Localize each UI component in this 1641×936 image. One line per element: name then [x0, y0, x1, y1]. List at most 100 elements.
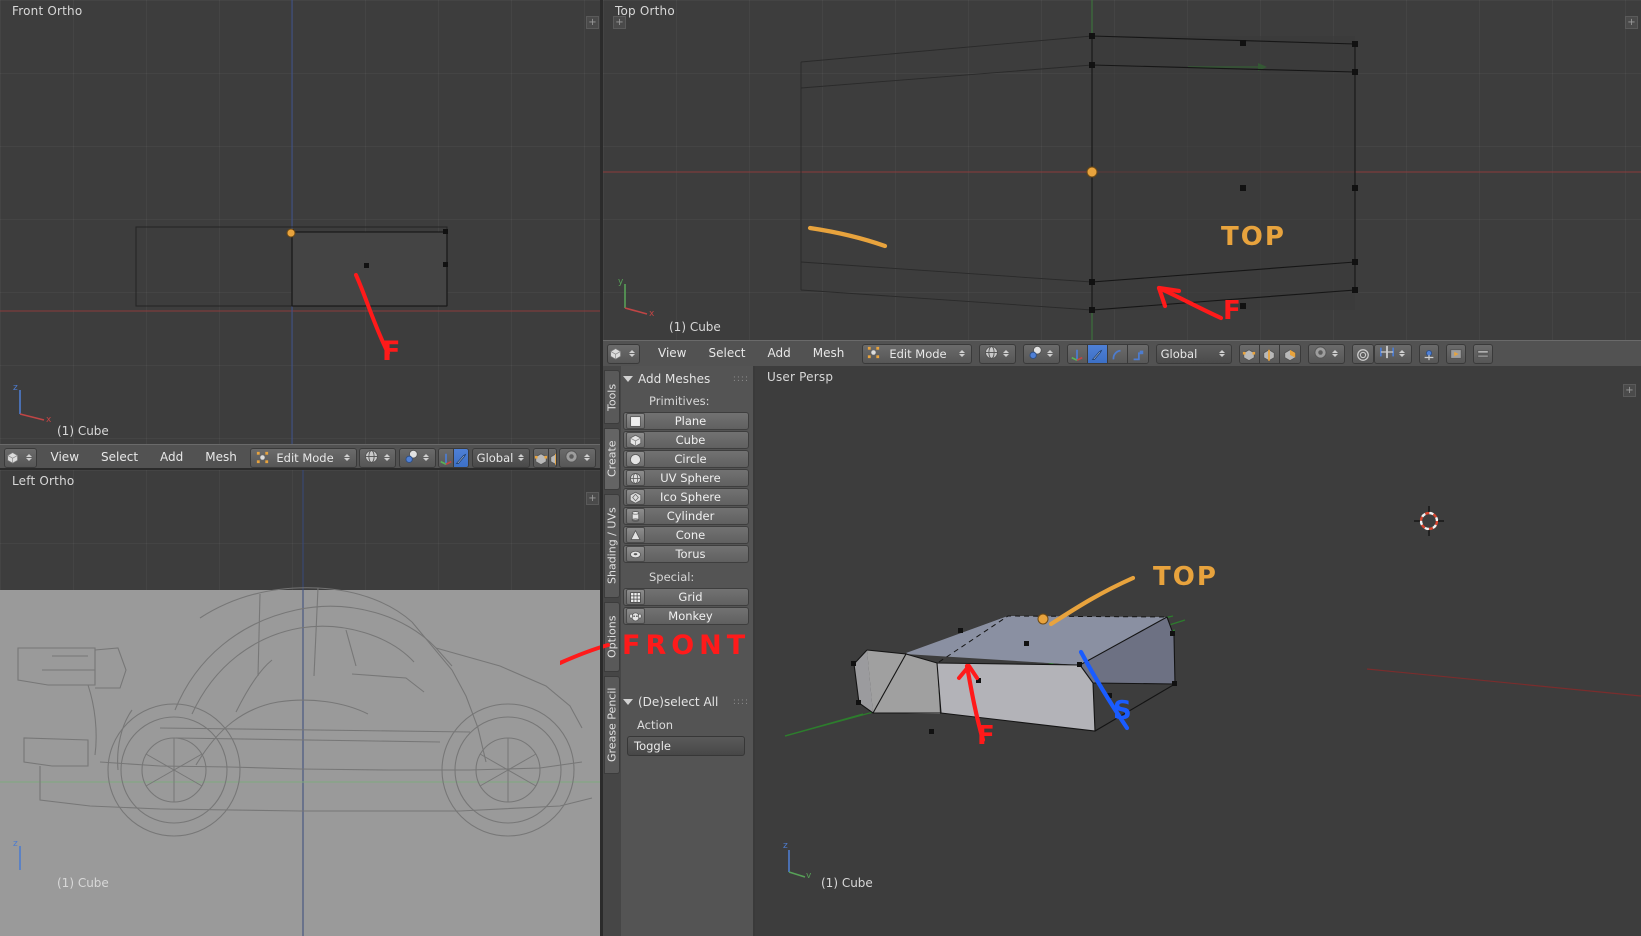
menu-mesh[interactable]: Mesh [194, 448, 248, 467]
viewport-corner-widget-top[interactable]: + [613, 16, 626, 29]
mesh-item-grid-label: Grid [678, 590, 703, 604]
manipulator-rotate-icon[interactable] [454, 448, 469, 467]
mesh-item-plane-label: Plane [674, 414, 707, 428]
viewport-corner-widget-front[interactable]: + [586, 16, 599, 29]
blender-window: F Front Ortho + z x (1) Cube View Select… [0, 0, 1641, 936]
panel-add-meshes-header[interactable]: Add Meshes :::: [623, 370, 749, 387]
vertex-select-icon-2[interactable] [1239, 344, 1260, 363]
transform-orientation-button-2[interactable]: Global [1155, 343, 1232, 364]
edit-mode-icon-2 [866, 345, 881, 363]
mesh-item-plane[interactable]: Plane [623, 412, 749, 430]
snap-target-icon[interactable] [1418, 343, 1439, 364]
manipulator-extra-icon-2[interactable] [1127, 344, 1148, 363]
tool-tab-grease-pencil-label: Grease Pencil [605, 687, 619, 763]
panel-deselect-all-header[interactable]: (De)select All :::: [623, 693, 749, 710]
mesh-item-ico-sphere[interactable]: Ico Sphere [623, 488, 749, 506]
transform-pivot-button[interactable] [398, 447, 436, 468]
splitter-vertical-main[interactable] [600, 0, 603, 936]
viewport-user-persp[interactable]: TOP F S User Persp + z y (1) Cube [755, 366, 1641, 936]
edge-select-icon[interactable] [548, 448, 556, 467]
monkey-icon [626, 608, 645, 624]
proportional-falloff-icon [1379, 345, 1395, 362]
shading-mode-button-2[interactable] [1307, 343, 1345, 364]
mesh-select-mode-group[interactable] [532, 447, 557, 468]
panel-add-meshes-title: Add Meshes [638, 371, 711, 386]
svg-text:y: y [618, 277, 624, 287]
viewport-front-ortho[interactable]: F Front Ortho + z x (1) Cube [0, 0, 600, 444]
viewport-object-top: (1) Cube [669, 320, 721, 334]
layers-icon[interactable] [1472, 343, 1493, 364]
tool-tab-tools-label: Tools [605, 383, 619, 411]
manipulator-translate-icon-2[interactable] [1067, 344, 1088, 363]
face-select-icon-2[interactable] [1279, 344, 1300, 363]
uv-sphere-icon [626, 470, 645, 486]
plane-icon [626, 413, 645, 429]
section-label-special: Special: [649, 570, 695, 584]
shading-mode-icon [564, 449, 579, 467]
transform-pivot-button-2[interactable] [1022, 343, 1060, 364]
menu-select-2[interactable]: Select [697, 344, 756, 363]
tool-tab-create[interactable]: Create [604, 428, 620, 490]
tool-tab-options[interactable]: Options [604, 602, 620, 672]
menu-add[interactable]: Add [149, 448, 194, 467]
mode-selector[interactable]: Edit Mode [250, 447, 357, 468]
panel-drag-dots[interactable]: :::: [733, 374, 749, 384]
tool-tab-tools[interactable]: Tools [604, 370, 620, 424]
viewport-object-front: (1) Cube [57, 424, 109, 438]
mesh-item-cylinder[interactable]: Cylinder [623, 507, 749, 525]
mesh-item-cube-label: Cube [675, 433, 706, 447]
chevron-down-icon [623, 375, 633, 382]
editor-type-button[interactable] [4, 447, 37, 468]
circle-icon [626, 451, 645, 467]
shading-mode-button[interactable] [559, 447, 597, 468]
mesh-item-cone[interactable]: Cone [623, 526, 749, 544]
transform-orientation-button[interactable]: Global [471, 447, 531, 468]
mesh-item-torus[interactable]: Torus [623, 545, 749, 563]
manipulator-translate-icon[interactable] [439, 448, 455, 467]
tool-tab-create-label: Create [605, 440, 619, 478]
mesh-item-uv-sphere[interactable]: UV Sphere [623, 469, 749, 487]
viewport-corner-widget-persp[interactable]: + [1623, 384, 1636, 397]
manipulator-group[interactable] [438, 447, 470, 468]
viewport-top-ortho[interactable]: TOP F Top Ortho + + y x (1) Cube [603, 0, 1641, 340]
mesh-item-grid[interactable]: Grid [623, 588, 749, 606]
render-icon[interactable] [1445, 343, 1466, 364]
manipulator-group-2[interactable] [1066, 343, 1149, 364]
mesh-item-monkey[interactable]: Monkey [623, 607, 749, 625]
mode-selector-2[interactable]: Edit Mode [862, 343, 972, 364]
action-dropdown[interactable]: Toggle [627, 736, 745, 756]
pivot-point-button[interactable] [359, 447, 397, 468]
3d-cursor-icon [1414, 506, 1444, 536]
menu-mesh-2[interactable]: Mesh [802, 344, 856, 363]
viewport-corner-widget-left[interactable]: + [586, 492, 599, 505]
panel-add-meshes: Add Meshes :::: Primitives: Plane Cube C… [623, 370, 749, 626]
viewport-corner-widget-top-2[interactable]: + [1625, 16, 1638, 29]
viewport-left-ortho[interactable]: BACK SIDE Left Ortho + z (1) Cube [0, 470, 600, 936]
manipulator-scale-icon-2[interactable] [1107, 344, 1128, 363]
proportional-falloff-button[interactable] [1373, 343, 1412, 364]
menu-view-2[interactable]: View [647, 344, 697, 363]
splitter-vertical-right-panel[interactable] [753, 366, 755, 936]
editor-type-button-2[interactable] [607, 343, 640, 364]
proportional-edit-group[interactable] [1351, 343, 1374, 364]
action-label: Action [637, 718, 674, 732]
manipulator-rotate-icon-2[interactable] [1087, 344, 1108, 363]
menu-select[interactable]: Select [90, 448, 149, 467]
mesh-item-cylinder-label: Cylinder [666, 509, 715, 523]
mesh-item-cube[interactable]: Cube [623, 431, 749, 449]
mesh-item-uv-sphere-label: UV Sphere [660, 471, 721, 485]
svg-text:z: z [13, 839, 18, 849]
mesh-select-mode-group-2[interactable] [1238, 343, 1301, 364]
proportional-edit-icon[interactable] [1352, 344, 1373, 363]
edge-select-icon-2[interactable] [1259, 344, 1280, 363]
menu-view[interactable]: View [40, 448, 90, 467]
pivot-point-button-2[interactable] [978, 343, 1016, 364]
menu-add-2[interactable]: Add [757, 344, 802, 363]
vertex-select-icon[interactable] [533, 448, 549, 467]
mesh-item-circle[interactable]: Circle [623, 450, 749, 468]
tool-tab-shading-uvs[interactable]: Shading / UVs [604, 494, 620, 598]
tool-tab-grease-pencil[interactable]: Grease Pencil [604, 676, 620, 774]
annotation-front-f: F [382, 336, 403, 367]
panel-drag-dots-2[interactable]: :::: [733, 697, 749, 707]
splitter-horizontal-left[interactable] [0, 468, 600, 470]
